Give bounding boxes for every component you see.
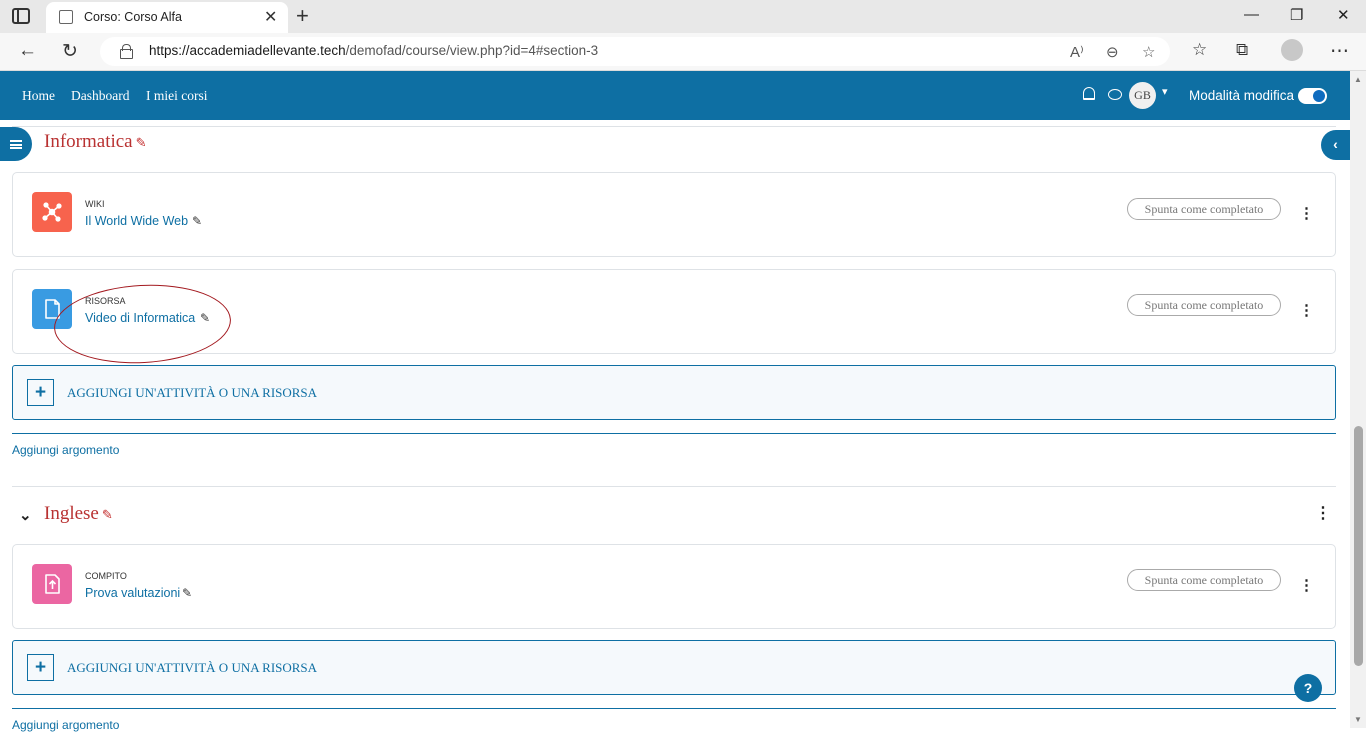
section-actions-menu-icon[interactable]: ⋮ xyxy=(1315,503,1331,523)
site-navbar: Home Dashboard I miei corsi GB ▾ Modalit… xyxy=(0,71,1350,120)
address-bar-row: ← ↻ https://accademiadellevante.tech/dem… xyxy=(0,33,1366,71)
add-topic-link[interactable]: Aggiungi argomento xyxy=(12,718,119,732)
section-title-text: Informatica xyxy=(44,131,133,152)
zoom-icon[interactable]: ⊖ xyxy=(1106,43,1119,61)
add-activity-button[interactable]: + AGGIUNGI UN'ATTIVITÀ O UNA RISORSA xyxy=(12,640,1336,695)
minimize-icon[interactable]: — xyxy=(1244,6,1259,23)
section-title-inglese[interactable]: Inglese ✎ xyxy=(44,503,113,525)
close-window-icon[interactable]: ✕ xyxy=(1337,6,1350,24)
reload-icon[interactable]: ↻ xyxy=(62,40,78,63)
edit-pencil-icon[interactable]: ✎ xyxy=(192,214,202,228)
edit-mode-label: Modalità modifica xyxy=(1189,88,1295,103)
activity-card: WIKI Il World Wide Web ✎ Spunta come com… xyxy=(12,172,1336,257)
favorites-icon[interactable]: ☆ xyxy=(1192,40,1207,60)
edit-pencil-icon[interactable]: ✎ xyxy=(136,135,147,151)
edit-pencil-icon[interactable]: ✎ xyxy=(102,507,113,523)
mark-complete-button[interactable]: Spunta come completato xyxy=(1127,569,1281,591)
list-icon xyxy=(10,140,22,149)
scroll-down-icon[interactable]: ▼ xyxy=(1354,715,1362,724)
new-tab-icon[interactable]: + xyxy=(296,3,309,29)
nav-dashboard[interactable]: Dashboard xyxy=(71,88,129,104)
collections-icon[interactable]: ⧉ xyxy=(1236,40,1248,60)
activity-actions-menu-icon[interactable]: ⋮ xyxy=(1299,204,1314,222)
add-activity-button[interactable]: + AGGIUNGI UN'ATTIVITÀ O UNA RISORSA xyxy=(12,365,1336,420)
help-button[interactable]: ? xyxy=(1294,674,1322,702)
section-divider xyxy=(12,486,1336,487)
section-separator xyxy=(12,708,1336,709)
nav-home[interactable]: Home xyxy=(22,88,55,104)
activity-type: WIKI xyxy=(85,199,105,209)
favicon-icon xyxy=(59,10,73,24)
add-activity-label: AGGIUNGI UN'ATTIVITÀ O UNA RISORSA xyxy=(67,385,318,400)
notifications-icon[interactable] xyxy=(1083,87,1095,100)
activity-card: COMPITO Prova valutazioni ✎ Spunta come … xyxy=(12,544,1336,629)
tab-sidebar-icon[interactable] xyxy=(12,8,30,24)
profile-icon[interactable] xyxy=(1281,39,1303,61)
back-icon[interactable]: ← xyxy=(18,40,37,62)
activity-actions-menu-icon[interactable]: ⋮ xyxy=(1299,301,1314,319)
block-drawer-button[interactable]: ‹ xyxy=(1321,130,1350,160)
edit-mode-toggle[interactable] xyxy=(1298,88,1327,104)
section-title-informatica[interactable]: Informatica ✎ xyxy=(44,131,147,153)
mark-complete-button[interactable]: Spunta come completato xyxy=(1127,294,1281,316)
assignment-icon xyxy=(32,564,72,604)
lock-icon xyxy=(120,44,133,59)
wiki-icon xyxy=(32,192,72,232)
add-activity-label: AGGIUNGI UN'ATTIVITÀ O UNA RISORSA xyxy=(67,660,318,675)
content-top-border xyxy=(12,126,1336,127)
plus-icon: + xyxy=(27,379,54,406)
scroll-thumb[interactable] xyxy=(1354,426,1363,666)
section-title-text: Inglese xyxy=(44,503,99,524)
plus-icon: + xyxy=(27,654,54,681)
messages-icon[interactable] xyxy=(1108,89,1122,100)
url-field[interactable]: https://accademiadellevante.tech/demofad… xyxy=(100,37,1170,66)
tab-title: Corso: Corso Alfa xyxy=(84,10,182,24)
browser-tab-bar: Corso: Corso Alfa ✕ + — ❐ ✕ xyxy=(0,0,1366,33)
more-icon[interactable]: ⋯ xyxy=(1330,40,1349,63)
nav-my-courses[interactable]: I miei corsi xyxy=(146,88,207,104)
chevron-down-icon[interactable]: ▾ xyxy=(1162,85,1168,98)
collapse-chevron-icon[interactable]: ⌄ xyxy=(19,506,32,524)
close-tab-icon[interactable]: ✕ xyxy=(264,7,277,27)
url-text: https://accademiadellevante.tech/demofad… xyxy=(149,43,599,58)
course-index-drawer-button[interactable] xyxy=(0,127,32,161)
page-scrollbar[interactable]: ▲ ▼ xyxy=(1350,71,1366,728)
chevron-left-icon: ‹ xyxy=(1333,136,1338,152)
activity-actions-menu-icon[interactable]: ⋮ xyxy=(1299,576,1314,594)
section-separator xyxy=(12,433,1336,434)
scroll-up-icon[interactable]: ▲ xyxy=(1354,75,1362,84)
avatar[interactable]: GB xyxy=(1129,82,1156,109)
browser-tab[interactable]: Corso: Corso Alfa ✕ xyxy=(46,2,288,33)
read-aloud-icon[interactable]: A⁾ xyxy=(1070,43,1084,61)
activity-type: COMPITO xyxy=(85,571,127,581)
activity-link[interactable]: Prova valutazioni xyxy=(85,586,180,600)
edit-pencil-icon[interactable]: ✎ xyxy=(182,586,192,600)
add-topic-link[interactable]: Aggiungi argomento xyxy=(12,443,119,457)
add-favorite-icon[interactable]: ☆ xyxy=(1142,43,1155,61)
restore-icon[interactable]: ❐ xyxy=(1290,6,1303,24)
activity-link[interactable]: Il World Wide Web xyxy=(85,214,188,228)
mark-complete-button[interactable]: Spunta come completato xyxy=(1127,198,1281,220)
